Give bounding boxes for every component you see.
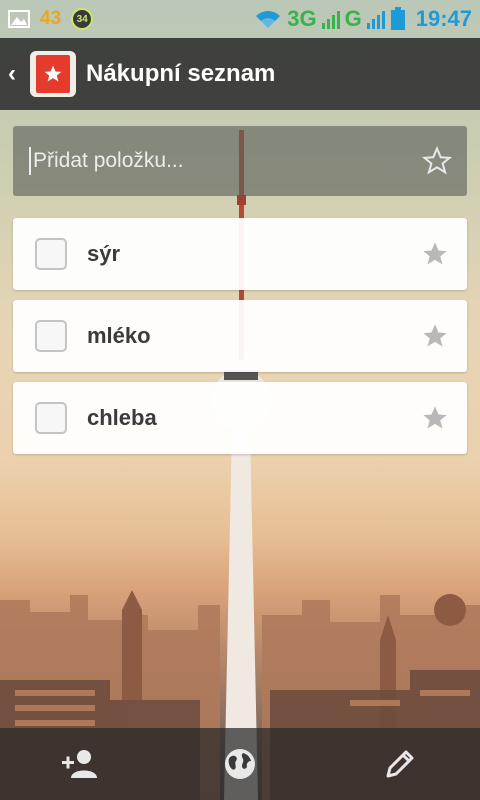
page-title: Nákupní seznam xyxy=(86,60,276,87)
task-checkbox[interactable] xyxy=(35,402,67,434)
list-item[interactable]: mléko xyxy=(13,300,467,372)
add-item-input[interactable] xyxy=(29,147,407,175)
list-item[interactable]: chleba xyxy=(13,382,467,454)
notification-count: 43 xyxy=(40,8,62,29)
star-icon[interactable] xyxy=(403,240,467,268)
list-item[interactable]: sýr xyxy=(13,218,467,290)
wifi-icon xyxy=(256,11,281,28)
gallery-icon xyxy=(8,10,30,28)
network-3g-label: 3G xyxy=(287,6,317,31)
globe-icon[interactable] xyxy=(200,728,280,800)
bottom-toolbar xyxy=(0,728,480,800)
task-checkbox[interactable] xyxy=(35,320,67,352)
status-bar: 43 34 3G G 19:47 xyxy=(0,0,480,38)
clock: 19:47 xyxy=(415,6,472,31)
task-checkbox[interactable] xyxy=(35,238,67,270)
battery-icon xyxy=(390,7,405,30)
signal-icon-2 xyxy=(366,11,385,29)
star-icon[interactable] xyxy=(403,322,467,350)
badge-count: 34 xyxy=(71,8,94,30)
network-g-label: G xyxy=(344,6,362,31)
star-icon[interactable] xyxy=(407,146,467,176)
task-label: chleba xyxy=(87,405,157,430)
signal-icon xyxy=(321,11,340,29)
task-label: mléko xyxy=(87,323,151,348)
star-icon[interactable] xyxy=(403,404,467,432)
action-bar: ‹ Nákupní seznam xyxy=(0,38,480,110)
add-item-bar xyxy=(13,126,467,196)
pencil-icon[interactable] xyxy=(360,728,440,800)
add-person-icon[interactable] xyxy=(40,728,120,800)
task-label: sýr xyxy=(87,241,121,266)
app-logo[interactable] xyxy=(30,51,76,97)
wunderlist-star-logo xyxy=(36,55,70,93)
chevron-left-icon[interactable]: ‹ xyxy=(8,60,26,88)
